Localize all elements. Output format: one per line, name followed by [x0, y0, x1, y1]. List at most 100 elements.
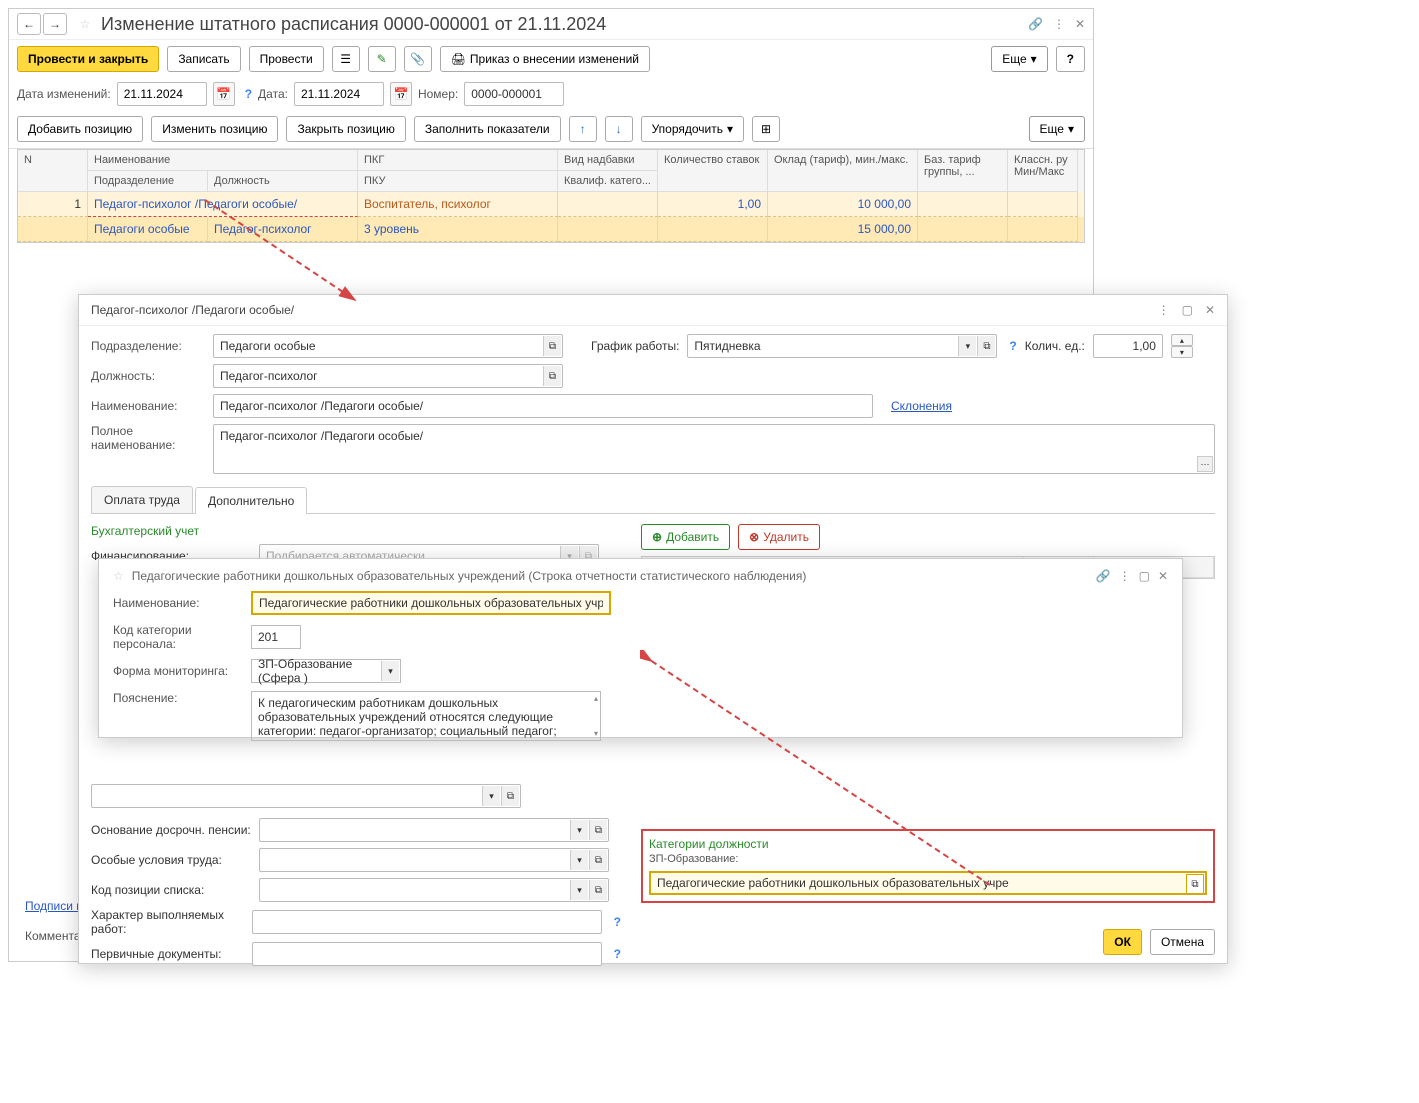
- listcode-label: Код позиции списка:: [91, 883, 251, 897]
- misc-selector-input[interactable]: ▾⧉: [91, 784, 521, 808]
- help-icon[interactable]: ?: [614, 915, 621, 929]
- close-icon[interactable]: ✕: [1205, 303, 1215, 317]
- tab-extra[interactable]: Дополнительно: [195, 487, 307, 514]
- help-icon[interactable]: ?: [245, 87, 252, 101]
- print-order-button[interactable]: 🖨Приказ о внесении изменений: [440, 46, 650, 72]
- expand-icon[interactable]: ⋯: [1197, 456, 1213, 472]
- maximize-icon[interactable]: ▢: [1182, 303, 1193, 317]
- listcode-input[interactable]: ▾⧉: [259, 878, 609, 902]
- change-date-input[interactable]: [117, 82, 207, 106]
- w3-explanation-textarea[interactable]: К педагогическим работникам дошкольных о…: [251, 691, 601, 741]
- table-row[interactable]: 1 Педагог-психолог /Педагоги особые/ Вос…: [18, 192, 1084, 217]
- tabs: Оплата труда Дополнительно: [91, 486, 1215, 514]
- kebab-menu-icon[interactable]: ⋮: [1119, 569, 1131, 583]
- list-view-icon[interactable]: ☰: [332, 46, 360, 72]
- cell-name: Педагог-психолог /Педагоги особые/: [88, 192, 358, 217]
- chevron-down-icon[interactable]: ▾: [570, 850, 588, 870]
- w3-name-input[interactable]: Педагогические работники дошкольных обра…: [251, 591, 611, 615]
- chevron-down-icon[interactable]: ▾: [570, 880, 588, 900]
- choice-icon[interactable]: ⧉: [589, 850, 607, 870]
- primedocs-label: Первичные документы:: [91, 947, 244, 961]
- th-base-tariff: Баз. тариф группы, ...: [918, 150, 1008, 192]
- spinner-down-icon[interactable]: ▾: [1171, 346, 1193, 358]
- choice-icon[interactable]: ⧉: [543, 336, 561, 356]
- layout-icon[interactable]: ⊞: [752, 116, 780, 142]
- name-input[interactable]: Педагог-психолог /Педагоги особые/: [213, 394, 873, 418]
- nav-back-button[interactable]: ←: [17, 13, 41, 35]
- cell-salary: 10 000,00: [768, 192, 918, 217]
- fullname-textarea[interactable]: Педагог-психолог /Педагоги особые/⋯: [213, 424, 1215, 474]
- worknature-input[interactable]: [252, 910, 602, 934]
- maximize-icon[interactable]: ▢: [1139, 569, 1150, 583]
- position-label: Должность:: [91, 369, 205, 383]
- tab-pay[interactable]: Оплата труда: [91, 486, 193, 513]
- dept-input[interactable]: Педагоги особые⧉: [213, 334, 563, 358]
- close-icon[interactable]: ✕: [1075, 17, 1085, 31]
- scroll-up-icon[interactable]: ▴: [594, 694, 598, 703]
- attachment-icon[interactable]: 📎: [404, 46, 432, 72]
- more-button[interactable]: Еще ▾: [991, 46, 1047, 72]
- category-title: Категории должности: [649, 837, 1207, 851]
- chevron-down-icon[interactable]: ▾: [381, 661, 399, 681]
- table-more-button[interactable]: Еще ▾: [1029, 116, 1085, 142]
- calendar-icon-2[interactable]: 📅: [390, 82, 412, 106]
- choice-icon[interactable]: ⧉: [1186, 874, 1204, 894]
- move-down-button[interactable]: ↓: [605, 116, 633, 142]
- w3-code-input[interactable]: 201: [251, 625, 301, 649]
- conduct-and-close-button[interactable]: Провести и закрыть: [17, 46, 159, 72]
- chevron-down-icon[interactable]: ▾: [482, 786, 500, 806]
- primedocs-input[interactable]: [252, 942, 602, 966]
- help-button[interactable]: ?: [1056, 46, 1085, 72]
- qty-input[interactable]: 1,00: [1093, 334, 1163, 358]
- favorite-star-icon[interactable]: ☆: [113, 569, 124, 583]
- win2-title-text: Педагог-психолог /Педагоги особые/: [91, 303, 294, 317]
- calendar-icon[interactable]: 📅: [213, 82, 235, 106]
- link-icon[interactable]: 🔗: [1096, 569, 1111, 583]
- number-input[interactable]: 0000-000001: [464, 82, 564, 106]
- ok-button[interactable]: ОК: [1103, 929, 1142, 955]
- cell-pku: 3 уровень: [358, 217, 558, 242]
- scroll-down-icon[interactable]: ▾: [594, 729, 598, 738]
- category-input[interactable]: Педагогические работники дошкольных обра…: [649, 871, 1207, 895]
- w3-form-input[interactable]: ЗП-Образование (Сфера )▾: [251, 659, 401, 683]
- kebab-menu-icon[interactable]: ⋮: [1158, 303, 1170, 317]
- close-icon[interactable]: ✕: [1158, 569, 1168, 583]
- edit-icon[interactable]: ✎: [368, 46, 396, 72]
- choice-icon[interactable]: ⧉: [977, 336, 995, 356]
- edit-position-button[interactable]: Изменить позицию: [151, 116, 278, 142]
- nav-forward-button[interactable]: →: [43, 13, 67, 35]
- spinner-up-icon[interactable]: ▴: [1171, 334, 1193, 346]
- cell-salary2: 15 000,00: [768, 217, 918, 242]
- help-icon[interactable]: ?: [614, 947, 621, 961]
- delete-button[interactable]: ⊗ Удалить: [738, 524, 820, 550]
- favorite-star-icon[interactable]: ☆: [75, 14, 95, 34]
- choice-icon[interactable]: ⧉: [589, 820, 607, 840]
- schedule-input[interactable]: Пятидневка▾⧉: [687, 334, 997, 358]
- link-icon[interactable]: 🔗: [1028, 17, 1043, 31]
- fill-indicators-button[interactable]: Заполнить показатели: [414, 116, 561, 142]
- choice-icon[interactable]: ⧉: [589, 880, 607, 900]
- cell-n: 1: [18, 192, 88, 217]
- add-position-button[interactable]: Добавить позицию: [17, 116, 143, 142]
- declension-link[interactable]: Склонения: [891, 399, 952, 413]
- sort-button[interactable]: Упорядочить ▾: [641, 116, 744, 142]
- add-button[interactable]: ⊕ Добавить: [641, 524, 730, 550]
- conduct-button[interactable]: Провести: [249, 46, 324, 72]
- help-icon[interactable]: ?: [1009, 339, 1016, 353]
- choice-icon[interactable]: ⧉: [501, 786, 519, 806]
- close-position-button[interactable]: Закрыть позицию: [286, 116, 405, 142]
- conditions-input[interactable]: ▾⧉: [259, 848, 609, 872]
- save-button[interactable]: Записать: [167, 46, 240, 72]
- cell-position: Педагог-психолог: [208, 217, 358, 242]
- position-input[interactable]: Педагог-психолог⧉: [213, 364, 563, 388]
- doc-date-input[interactable]: [294, 82, 384, 106]
- table-row[interactable]: Педагоги особые Педагог-психолог 3 урове…: [18, 217, 1084, 242]
- move-up-button[interactable]: ↑: [569, 116, 597, 142]
- chevron-down-icon[interactable]: ▾: [958, 336, 976, 356]
- choice-icon[interactable]: ⧉: [543, 366, 561, 386]
- cancel-button[interactable]: Отмена: [1150, 929, 1215, 955]
- cell-rate: 1,00: [658, 192, 768, 217]
- pension-input[interactable]: ▾⧉: [259, 818, 609, 842]
- kebab-menu-icon[interactable]: ⋮: [1053, 17, 1065, 31]
- chevron-down-icon[interactable]: ▾: [570, 820, 588, 840]
